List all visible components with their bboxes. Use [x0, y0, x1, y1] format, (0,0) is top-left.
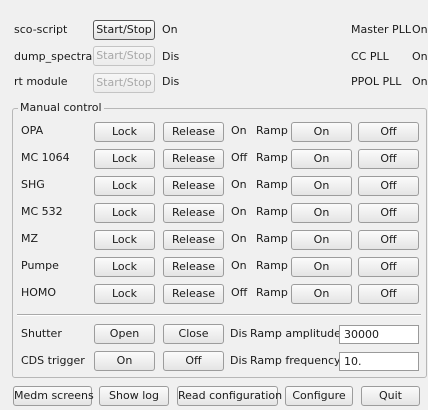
shutter-open-button[interactable]: Open — [94, 324, 155, 344]
row-label: MC 1064 — [21, 151, 70, 164]
sco-script-start-stop-button[interactable]: Start/Stop — [93, 20, 155, 40]
ramp-on-button[interactable]: On — [291, 203, 352, 223]
ramp-label: Ramp — [256, 205, 288, 218]
rt-module-start-stop-button[interactable]: Start/Stop — [93, 73, 155, 93]
release-button[interactable]: Release — [163, 122, 224, 142]
ramp-on-button[interactable]: On — [291, 149, 352, 169]
ramp-off-button[interactable]: Off — [358, 203, 419, 223]
show-log-button[interactable]: Show log — [99, 386, 169, 406]
row-label: HOMO — [21, 286, 57, 299]
ramp-label: Ramp — [256, 232, 288, 245]
ramp-amplitude-label: Ramp amplitude — [250, 327, 341, 340]
row-status: On — [231, 124, 247, 137]
dump-spectra-status: Dis — [162, 50, 180, 63]
ramp-off-button[interactable]: Off — [358, 122, 419, 142]
quit-button[interactable]: Quit — [361, 386, 420, 406]
cds-trigger-label: CDS trigger — [21, 354, 85, 367]
release-button[interactable]: Release — [163, 284, 224, 304]
row-status: On — [231, 232, 247, 245]
ramp-frequency-label: Ramp frequency — [250, 354, 341, 367]
ramp-label: Ramp — [256, 124, 288, 137]
ramp-label: Ramp — [256, 151, 288, 164]
cc-pll-label: CC PLL — [351, 50, 389, 63]
lock-button[interactable]: Lock — [94, 176, 155, 196]
sco-script-label: sco-script — [14, 23, 68, 36]
lock-button[interactable]: Lock — [94, 257, 155, 277]
lock-button[interactable]: Lock — [94, 284, 155, 304]
row-status: On — [231, 205, 247, 218]
ppol-pll-status: On — [412, 75, 428, 88]
ramp-off-button[interactable]: Off — [358, 230, 419, 250]
ramp-off-button[interactable]: Off — [358, 284, 419, 304]
row-label: SHG — [21, 178, 45, 191]
shutter-status: Dis — [230, 327, 248, 340]
shutter-close-button[interactable]: Close — [163, 324, 224, 344]
row-label: Pumpe — [21, 259, 59, 272]
ramp-off-button[interactable]: Off — [358, 176, 419, 196]
shutter-label: Shutter — [21, 327, 62, 340]
release-button[interactable]: Release — [163, 149, 224, 169]
separator — [17, 314, 421, 316]
row-label: MC 532 — [21, 205, 63, 218]
release-button[interactable]: Release — [163, 176, 224, 196]
dump-spectra-start-stop-button[interactable]: Start/Stop — [93, 46, 155, 66]
master-pll-label: Master PLL — [351, 23, 411, 36]
row-label: OPA — [21, 124, 44, 137]
release-button[interactable]: Release — [163, 203, 224, 223]
row-label: MZ — [21, 232, 39, 245]
row-status: On — [231, 259, 247, 272]
ramp-off-button[interactable]: Off — [358, 149, 419, 169]
ramp-label: Ramp — [256, 286, 288, 299]
lock-button[interactable]: Lock — [94, 149, 155, 169]
lock-button[interactable]: Lock — [94, 203, 155, 223]
ramp-on-button[interactable]: On — [291, 284, 352, 304]
row-status: Off — [231, 286, 248, 299]
ramp-on-button[interactable]: On — [291, 122, 352, 142]
configure-button[interactable]: Configure — [285, 386, 353, 406]
ramp-label: Ramp — [256, 259, 288, 272]
ramp-on-button[interactable]: On — [291, 230, 352, 250]
cds-trigger-status: Dis — [230, 354, 248, 367]
ppol-pll-label: PPOL PLL — [351, 75, 402, 88]
manual-control-title: Manual control — [18, 101, 104, 115]
row-status: Off — [231, 151, 248, 164]
medm-screens-button[interactable]: Medm screens — [13, 386, 94, 406]
release-button[interactable]: Release — [163, 257, 224, 277]
ramp-on-button[interactable]: On — [291, 176, 352, 196]
ramp-label: Ramp — [256, 178, 288, 191]
lock-button[interactable]: Lock — [94, 230, 155, 250]
cc-pll-status: On — [412, 50, 428, 63]
master-pll-status: On — [412, 23, 428, 36]
release-button[interactable]: Release — [163, 230, 224, 250]
ramp-on-button[interactable]: On — [291, 257, 352, 277]
sco-script-status: On — [162, 23, 178, 36]
cds-trigger-off-button[interactable]: Off — [163, 351, 224, 371]
lock-button[interactable]: Lock — [94, 122, 155, 142]
rt-module-status: Dis — [162, 75, 180, 88]
rt-module-label: rt module — [14, 75, 68, 88]
cds-trigger-on-button[interactable]: On — [94, 351, 155, 371]
ramp-off-button[interactable]: Off — [358, 257, 419, 277]
ramp-amplitude-input[interactable]: 30000 — [339, 325, 419, 344]
dump-spectra-label: dump_spectra — [14, 50, 93, 63]
ramp-frequency-input[interactable]: 10. — [339, 352, 419, 371]
row-status: On — [231, 178, 247, 191]
read-configuration-button[interactable]: Read configuration — [177, 386, 282, 406]
